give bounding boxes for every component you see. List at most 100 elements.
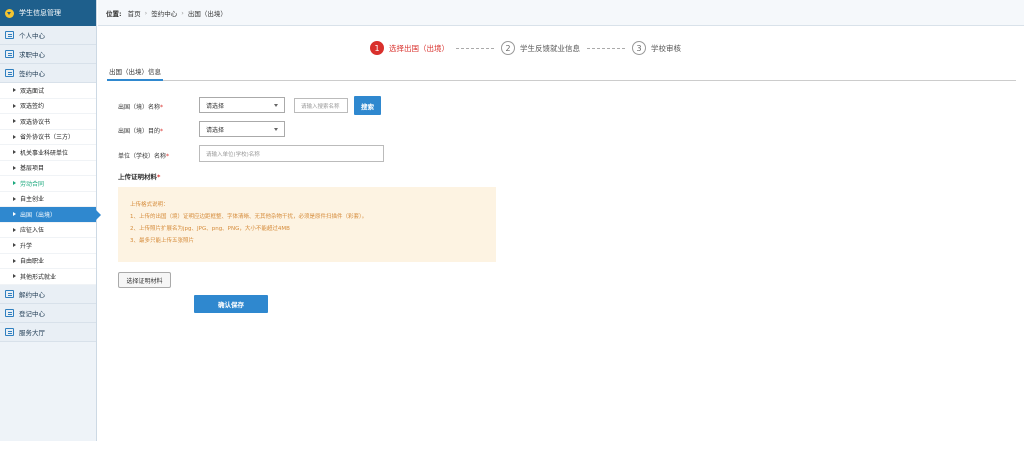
sidebar-item-label: 双选签约: [20, 103, 45, 111]
chevron-down-icon: [274, 128, 278, 131]
caret-right-icon: [13, 103, 16, 108]
breadcrumb-separator: ›: [181, 8, 184, 17]
step-label: 选择出国（出境）: [389, 43, 449, 53]
breadcrumb-home[interactable]: 首页: [128, 8, 141, 18]
page: 学生信息管理 个人中心 求职中心 签约中心 双选面试 双选签约 双选协议书 省外…: [0, 0, 1024, 450]
sidebar-item-interview[interactable]: 双选面试: [0, 83, 96, 99]
notice-line: 1、上传的出国（境）证明应边距框整、字体清晰、无其他杂物干扰，必须是原件扫描件（…: [130, 214, 368, 220]
unit-placeholder: 请输入单位(学校)名称: [206, 151, 260, 158]
tab-abroad-info[interactable]: 出国（出境）信息: [107, 66, 163, 81]
sidebar-section-terminate[interactable]: 解约中心: [0, 284, 96, 304]
sidebar-item-institution[interactable]: 机关事业科研单位: [0, 145, 96, 161]
required-mark: *: [160, 128, 164, 135]
sidebar-section-sign[interactable]: 签约中心: [0, 64, 96, 83]
document-icon: [5, 308, 14, 317]
notice-title: 上传格式说明：: [130, 202, 169, 208]
upload-title-text: 上传证明材料: [118, 173, 157, 181]
sidebar-section-service[interactable]: 服务大厅: [0, 322, 96, 342]
sidebar-item-label: 自由职业: [20, 258, 45, 266]
caret-right-icon: [13, 181, 16, 186]
step-number: 1: [370, 41, 384, 55]
chat-icon: [5, 327, 14, 336]
sidebar-section-register[interactable]: 登记中心: [0, 303, 96, 323]
step-2: 2 学生反馈就业信息: [501, 41, 580, 55]
search-placeholder: 请输入搜索名称: [301, 103, 340, 110]
sidebar-item-label: 基层项目: [20, 165, 45, 173]
document-icon: [5, 289, 14, 298]
sidebar-header[interactable]: 学生信息管理: [0, 0, 96, 26]
sidebar-item-mutual-sign[interactable]: 双选签约: [0, 98, 96, 114]
step-3: 3 学校审核: [632, 41, 681, 55]
step-1: 1 选择出国（出境）: [370, 41, 449, 55]
caret-right-icon: [13, 119, 16, 124]
caret-right-icon: [13, 274, 16, 279]
sidebar-section-label: 个人中心: [19, 32, 45, 40]
sidebar-section-job[interactable]: 求职中心: [0, 45, 96, 64]
country-search-input[interactable]: 请输入搜索名称: [294, 98, 348, 113]
caret-right-icon: [13, 165, 16, 170]
search-button[interactable]: 搜索: [354, 96, 381, 115]
caret-right-icon: [13, 227, 16, 232]
purpose-select[interactable]: 请选择: [199, 121, 285, 137]
sidebar-item-label: 应征入伍: [20, 227, 45, 235]
breadcrumb: 位置: 首页 › 签约中心 › 出国（出境）: [98, 0, 1024, 26]
chat-icon: [5, 50, 14, 58]
sidebar-item-label: 双选协议书: [20, 118, 51, 126]
step-label: 学生反馈就业信息: [520, 43, 580, 53]
sidebar-item-label: 双选面试: [20, 87, 45, 95]
notice-line: 3、最多只能上传五张照片: [130, 238, 195, 244]
step-label: 学校审核: [651, 43, 681, 53]
sidebar-title: 学生信息管理: [19, 9, 61, 17]
step-number: 2: [501, 41, 515, 55]
sidebar-section-label: 解约中心: [19, 290, 45, 299]
breadcrumb-sign-center[interactable]: 签约中心: [151, 8, 177, 18]
sidebar-item-labor-contract[interactable]: 劳动合同: [0, 176, 96, 192]
sidebar-item-label: 其他形式就业: [20, 273, 57, 281]
upload-notice: 上传格式说明： 1、上传的出国（境）证明应边距框整、字体清晰、无其他杂物干扰，必…: [118, 187, 496, 262]
breadcrumb-prefix: 位置:: [106, 9, 122, 18]
sidebar-section-label: 求职中心: [19, 51, 45, 59]
step-connector: [587, 47, 625, 49]
sidebar-item-label: 机关事业科研单位: [20, 149, 69, 157]
sidebar-item-abroad[interactable]: 出国（出境）: [0, 207, 101, 223]
edit-icon: [5, 69, 14, 77]
unit-label: 单位（学校）名称*: [118, 151, 169, 160]
country-select-value: 请选择: [206, 102, 225, 110]
caret-right-icon: [13, 88, 16, 93]
document-icon: [5, 31, 14, 39]
sidebar-item-enlist[interactable]: 应征入伍: [0, 222, 96, 238]
required-mark: *: [166, 153, 170, 160]
sidebar-item-freelance[interactable]: 自由职业: [0, 253, 96, 269]
choose-file-button[interactable]: 选择证明材料: [118, 272, 171, 288]
progress-steps: 1 选择出国（出境） 2 学生反馈就业信息 3 学校审核: [370, 41, 681, 55]
sidebar-item-other[interactable]: 其他形式就业: [0, 269, 96, 285]
upload-title: 上传证明材料*: [118, 171, 160, 181]
breadcrumb-separator: ›: [144, 8, 148, 17]
sidebar: 学生信息管理 个人中心 求职中心 签约中心 双选面试 双选签约 双选协议书 省外…: [0, 0, 101, 441]
country-select[interactable]: 请选择: [199, 97, 285, 113]
caret-right-icon: [13, 150, 16, 155]
required-mark: *: [157, 173, 161, 181]
sidebar-item-label: 升学: [20, 242, 33, 250]
sidebar-item-agreement[interactable]: 双选协议书: [0, 114, 96, 130]
sidebar-section-personal[interactable]: 个人中心: [0, 26, 96, 45]
caret-right-icon: [13, 196, 16, 201]
sidebar-item-further-study[interactable]: 升学: [0, 238, 96, 254]
sidebar-section-label: 服务大厅: [19, 328, 45, 337]
caret-right-icon: [13, 243, 16, 248]
sidebar-item-startup[interactable]: 自主创业: [0, 191, 96, 207]
save-button[interactable]: 确认保存: [194, 295, 268, 313]
purpose-label: 出国（境）目的*: [118, 126, 163, 135]
unit-name-input[interactable]: 请输入单位(学校)名称: [199, 145, 384, 162]
sidebar-section-label: 登记中心: [19, 309, 45, 318]
step-connector: [456, 47, 494, 49]
caret-right-icon: [13, 134, 16, 139]
caret-right-icon: [13, 258, 16, 263]
sidebar-item-out-province[interactable]: 省外协议书（三方）: [0, 129, 96, 145]
notice-line: 2、上传照片扩展名为jpg、JPG、png、PNG，大小不能超过4MB: [130, 226, 290, 232]
sidebar-item-label: 劳动合同: [20, 180, 45, 188]
breadcrumb-current: 出国（出境）: [187, 9, 227, 18]
sidebar-item-label: 省外协议书（三方）: [20, 134, 75, 142]
sidebar-item-grassroots[interactable]: 基层项目: [0, 160, 96, 176]
country-label: 出国（境）名称*: [118, 102, 163, 111]
